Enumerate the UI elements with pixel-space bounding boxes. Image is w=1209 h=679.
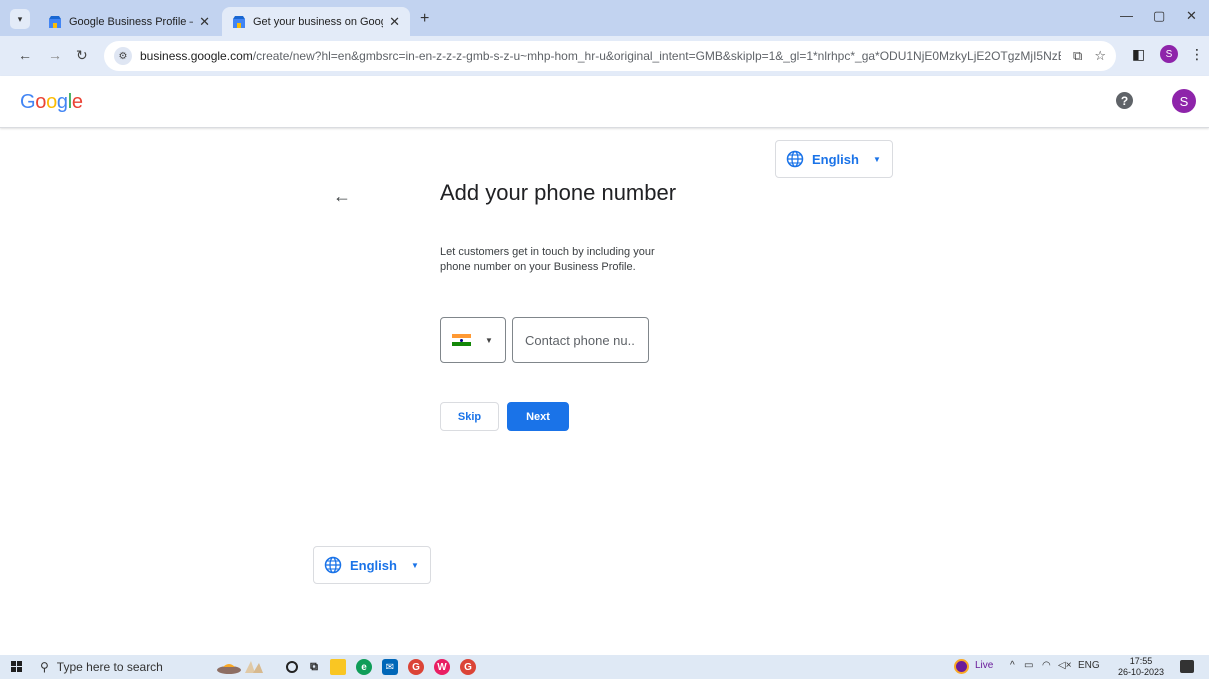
- windows-taskbar: ⚲ Type here to search ⧉ e ✉ G W G Live ^…: [0, 655, 1209, 679]
- browser-profile-avatar[interactable]: S: [1160, 45, 1178, 63]
- skip-button[interactable]: Skip: [440, 402, 499, 431]
- back-icon[interactable]: ←: [18, 47, 32, 63]
- live-news-icon[interactable]: [954, 659, 969, 674]
- side-panel-icon[interactable]: ◧: [1132, 46, 1145, 63]
- page-description: Let customers get in touch by including …: [440, 246, 655, 273]
- minimize-icon[interactable]: —: [1120, 8, 1133, 23]
- search-icon: ⚲: [40, 660, 49, 674]
- edge-browser-icon[interactable]: e: [356, 659, 372, 675]
- dropdown-caret-icon: ▼: [485, 335, 493, 345]
- close-window-icon[interactable]: ✕: [1186, 8, 1197, 24]
- new-tab-icon[interactable]: +: [420, 10, 429, 28]
- live-label[interactable]: Live: [975, 660, 993, 671]
- install-app-icon[interactable]: ⧉: [1073, 48, 1082, 64]
- reload-icon[interactable]: ↻: [76, 47, 88, 64]
- account-avatar[interactable]: S: [1172, 89, 1196, 113]
- business-profile-favicon-icon: [233, 15, 245, 28]
- globe-icon: [324, 556, 342, 574]
- language-label: English: [812, 151, 859, 167]
- chrome-icon[interactable]: G: [408, 659, 424, 675]
- notification-center-icon[interactable]: [1180, 660, 1194, 673]
- battery-icon[interactable]: ▭: [1024, 660, 1033, 671]
- country-code-select[interactable]: ▼: [440, 317, 506, 363]
- site-info-icon[interactable]: ⚙: [114, 47, 132, 65]
- tab-search-button[interactable]: ▾: [10, 9, 30, 29]
- page-header: Google ? S: [0, 76, 1209, 128]
- logo-letter: o: [35, 91, 47, 113]
- mail-icon[interactable]: ✉: [382, 659, 398, 675]
- url-text: business.google.com/create/new?hl=en&gmb…: [140, 49, 1061, 63]
- page-title: Add your phone number: [440, 180, 677, 205]
- speaker-muted-icon[interactable]: ◁×: [1058, 660, 1072, 671]
- close-tab-icon[interactable]: ✕: [389, 14, 400, 30]
- diya-lamp-icon: [217, 661, 263, 674]
- phone-number-input[interactable]: [512, 317, 649, 363]
- language-selector-bottom[interactable]: English ▼: [313, 546, 431, 584]
- close-tab-icon[interactable]: ✕: [199, 14, 210, 30]
- more-options-icon[interactable]: ⋮: [1190, 46, 1204, 63]
- windows-start-icon[interactable]: [11, 661, 22, 672]
- language-label: English: [350, 557, 397, 573]
- language-selector-top[interactable]: English ▼: [775, 140, 893, 178]
- globe-icon: [786, 150, 804, 168]
- india-flag-icon: [452, 334, 471, 346]
- next-button[interactable]: Next: [507, 402, 569, 431]
- tab-google-business-profile[interactable]: Google Business Profile – Get l ✕: [38, 7, 220, 36]
- browser-toolbar: ← → ↻ ⚙ business.google.com/create/new?h…: [0, 36, 1209, 76]
- cortana-icon[interactable]: [286, 661, 298, 673]
- address-bar[interactable]: ⚙ business.google.com/create/new?hl=en&g…: [104, 41, 1116, 71]
- system-clock[interactable]: 17:55 26-10-2023: [1118, 656, 1164, 678]
- browser-tab-strip: ▾ Google Business Profile – Get l ✕ Get …: [0, 0, 1209, 36]
- forward-icon[interactable]: →: [48, 47, 62, 63]
- wifi-icon[interactable]: ◠: [1042, 660, 1051, 671]
- logo-letter: G: [20, 91, 36, 113]
- logo-letter: o: [46, 91, 57, 113]
- show-hidden-icons-icon[interactable]: ^: [1010, 660, 1015, 671]
- tab-title: Google Business Profile – Get l: [69, 15, 193, 28]
- clock-time: 17:55: [1129, 656, 1153, 666]
- logo-letter: g: [56, 91, 68, 113]
- taskbar-search-placeholder: Type here to search: [56, 660, 163, 674]
- back-arrow-icon[interactable]: ←: [333, 186, 351, 207]
- dropdown-caret-icon: ▼: [872, 154, 881, 164]
- chrome-profile-icon[interactable]: G: [460, 659, 476, 675]
- file-explorer-icon[interactable]: [330, 659, 346, 675]
- task-view-icon[interactable]: ⧉: [306, 659, 322, 675]
- business-profile-favicon-icon: [49, 15, 61, 28]
- dropdown-caret-icon: ▼: [410, 560, 419, 570]
- logo-letter: e: [71, 91, 83, 113]
- app-w-icon[interactable]: W: [434, 659, 450, 675]
- google-logo[interactable]: Google: [20, 91, 83, 114]
- help-icon[interactable]: ?: [1116, 92, 1133, 109]
- input-language-indicator[interactable]: ENG: [1078, 660, 1100, 671]
- taskbar-search[interactable]: ⚲ Type here to search: [40, 657, 210, 677]
- clock-date: 26-10-2023: [1118, 667, 1165, 677]
- tab-get-your-business[interactable]: Get your business on Google ✕: [222, 7, 410, 36]
- tab-title: Get your business on Google: [253, 15, 384, 28]
- maximize-icon[interactable]: ▢: [1153, 8, 1165, 24]
- bookmark-star-icon[interactable]: ☆: [1094, 48, 1106, 64]
